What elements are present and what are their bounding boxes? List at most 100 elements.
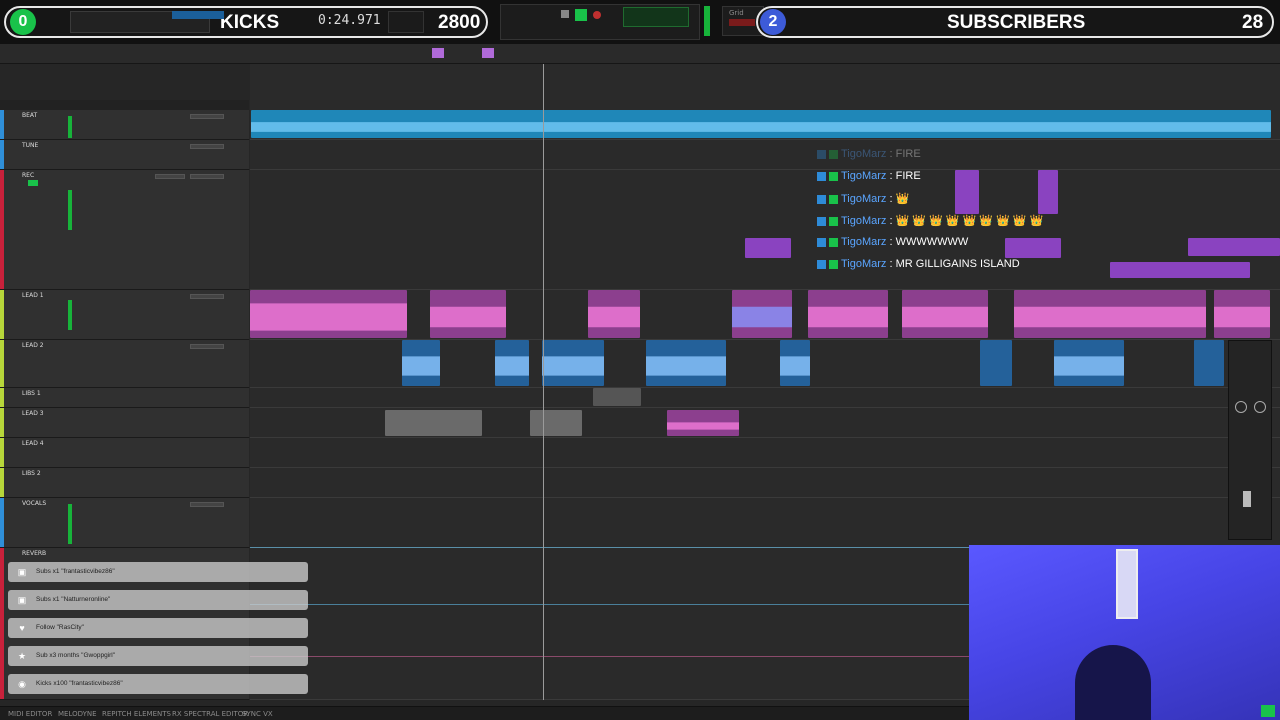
transport-controls[interactable] bbox=[500, 4, 700, 40]
clip-lead1[interactable] bbox=[430, 290, 506, 338]
badge-icon bbox=[817, 259, 826, 269]
clip-lead2[interactable] bbox=[402, 340, 440, 386]
clip-lead2[interactable] bbox=[542, 340, 604, 386]
heart-icon: ♥ bbox=[19, 623, 25, 633]
master-meter bbox=[704, 6, 710, 36]
waveform bbox=[1054, 356, 1124, 376]
track-tune[interactable]: TUNE bbox=[0, 140, 249, 170]
track-color bbox=[0, 468, 4, 497]
track-lead-4[interactable]: LEAD 4 bbox=[0, 438, 249, 468]
track-lead-1[interactable]: LEAD 1 bbox=[0, 290, 249, 340]
clip-lead1[interactable] bbox=[1014, 290, 1206, 338]
chat-message: TigoMarz : 👑 bbox=[817, 192, 909, 210]
clip-lead1[interactable] bbox=[902, 290, 988, 338]
clip-lead1[interactable] bbox=[250, 290, 407, 338]
lane-vocals bbox=[250, 498, 1280, 548]
track-color bbox=[0, 110, 4, 139]
insert-slot[interactable] bbox=[190, 344, 224, 349]
grid-value-red[interactable] bbox=[729, 19, 755, 26]
clip-lead2[interactable] bbox=[980, 340, 1012, 386]
clip-rec[interactable] bbox=[1038, 170, 1058, 214]
track-name: LIBS 2 bbox=[22, 470, 41, 477]
track-meter bbox=[68, 190, 72, 230]
counter-time: 0:24.971 bbox=[318, 13, 381, 28]
clip-lead3[interactable] bbox=[385, 410, 482, 436]
clip-lead3[interactable] bbox=[667, 410, 739, 436]
chat-text: MR GILLIGAINS ISLAND bbox=[895, 258, 1020, 270]
gift-icon: ▣ bbox=[17, 567, 27, 577]
waveform bbox=[1014, 306, 1206, 328]
bottom-tool-bar: MIDI EDITOR MELODYNE REPITCH ELEMENTS RX… bbox=[0, 706, 969, 720]
track-rec[interactable]: REC bbox=[0, 170, 249, 290]
bottom-item[interactable]: REPITCH ELEMENTS bbox=[102, 710, 171, 718]
track-lead-3[interactable]: LEAD 3 bbox=[0, 408, 249, 438]
bottom-item[interactable]: RX SPECTRAL EDITOR bbox=[172, 710, 248, 718]
rec-enable-button[interactable] bbox=[28, 180, 38, 186]
track-vocals[interactable]: VOCALS bbox=[0, 498, 249, 548]
marker-2[interactable] bbox=[482, 48, 494, 58]
lane-tune bbox=[250, 140, 1280, 170]
clip-libs1[interactable] bbox=[593, 388, 641, 406]
waveform bbox=[542, 356, 604, 376]
chat-text: WWWWWWW bbox=[895, 236, 969, 248]
chat-text: FIRE bbox=[895, 170, 921, 182]
record-arm-button[interactable] bbox=[575, 9, 587, 21]
clip-lead2[interactable] bbox=[495, 340, 529, 386]
knob-icon[interactable] bbox=[1254, 401, 1266, 413]
clip-rec[interactable] bbox=[745, 238, 791, 258]
clip-rec[interactable] bbox=[1188, 238, 1280, 256]
bottom-item[interactable]: MELODYNE bbox=[58, 710, 97, 718]
clip-lead2[interactable] bbox=[780, 340, 810, 386]
track-beat[interactable]: BEAT bbox=[0, 110, 249, 140]
alert-item: ◉ Kicks x100 "frantasticvibez86" bbox=[8, 674, 308, 694]
gift-icon: ▣ bbox=[17, 595, 27, 605]
nudge-fields[interactable] bbox=[388, 11, 424, 33]
clip-rec[interactable] bbox=[1110, 262, 1250, 278]
insert-slot[interactable] bbox=[190, 144, 224, 149]
send-slot[interactable] bbox=[155, 174, 185, 179]
track-name: REC bbox=[22, 172, 35, 179]
clip-lead1[interactable] bbox=[808, 290, 888, 338]
chat-username: TigoMarz bbox=[841, 236, 887, 248]
subs-count-badge: 2 bbox=[760, 9, 786, 35]
ruler-strip bbox=[0, 44, 1280, 64]
insert-slot[interactable] bbox=[190, 114, 224, 119]
track-color bbox=[0, 170, 4, 289]
clip-lead2[interactable] bbox=[1194, 340, 1224, 386]
clip-lead2[interactable] bbox=[1054, 340, 1124, 386]
clip-lead1[interactable] bbox=[1214, 290, 1270, 338]
badge-icon bbox=[817, 237, 826, 247]
alert-text: Kicks x100 "frantasticvibez86" bbox=[36, 680, 123, 687]
insert-slot[interactable] bbox=[190, 294, 224, 299]
clip-beat[interactable] bbox=[251, 110, 1271, 138]
insert-slot[interactable] bbox=[190, 502, 224, 507]
bottom-item[interactable]: MIDI EDITOR bbox=[8, 710, 52, 718]
clip-rec[interactable] bbox=[955, 170, 979, 214]
clip-rec[interactable] bbox=[1005, 238, 1061, 258]
knob-icon[interactable] bbox=[1235, 401, 1247, 413]
track-meter bbox=[68, 300, 72, 330]
clip-lead2[interactable] bbox=[646, 340, 726, 386]
insert-slot[interactable] bbox=[190, 174, 224, 179]
chat-text: 👑 bbox=[895, 193, 910, 205]
lane-lead-4 bbox=[250, 438, 1280, 468]
chat-message: TigoMarz : MR GILLIGAINS ISLAND bbox=[817, 258, 1020, 276]
play-button[interactable] bbox=[561, 10, 569, 18]
track-libs-1[interactable]: LIBS 1 bbox=[0, 388, 249, 408]
track-color bbox=[0, 498, 4, 547]
bottom-item[interactable]: SYNC VX bbox=[242, 710, 273, 718]
fader-handle[interactable] bbox=[1243, 491, 1251, 507]
kicks-label: KICKS bbox=[220, 12, 280, 33]
record-button[interactable] bbox=[593, 11, 601, 19]
marker-1[interactable] bbox=[432, 48, 444, 58]
lane-lead-3 bbox=[250, 408, 1280, 438]
clip-lead3[interactable] bbox=[530, 410, 582, 436]
track-libs-2[interactable]: LIBS 2 bbox=[0, 468, 249, 498]
stream-logo-icon bbox=[1261, 705, 1275, 717]
clip-lead1[interactable] bbox=[588, 290, 640, 338]
track-lead-2[interactable]: LEAD 2 bbox=[0, 340, 249, 388]
tempo-panel[interactable] bbox=[623, 7, 689, 27]
tool-grabber-selected[interactable] bbox=[172, 11, 224, 19]
subscribers-goal-panel: 2 SUBSCRIBERS 28 bbox=[756, 6, 1274, 38]
clip-lead1[interactable] bbox=[732, 290, 792, 338]
